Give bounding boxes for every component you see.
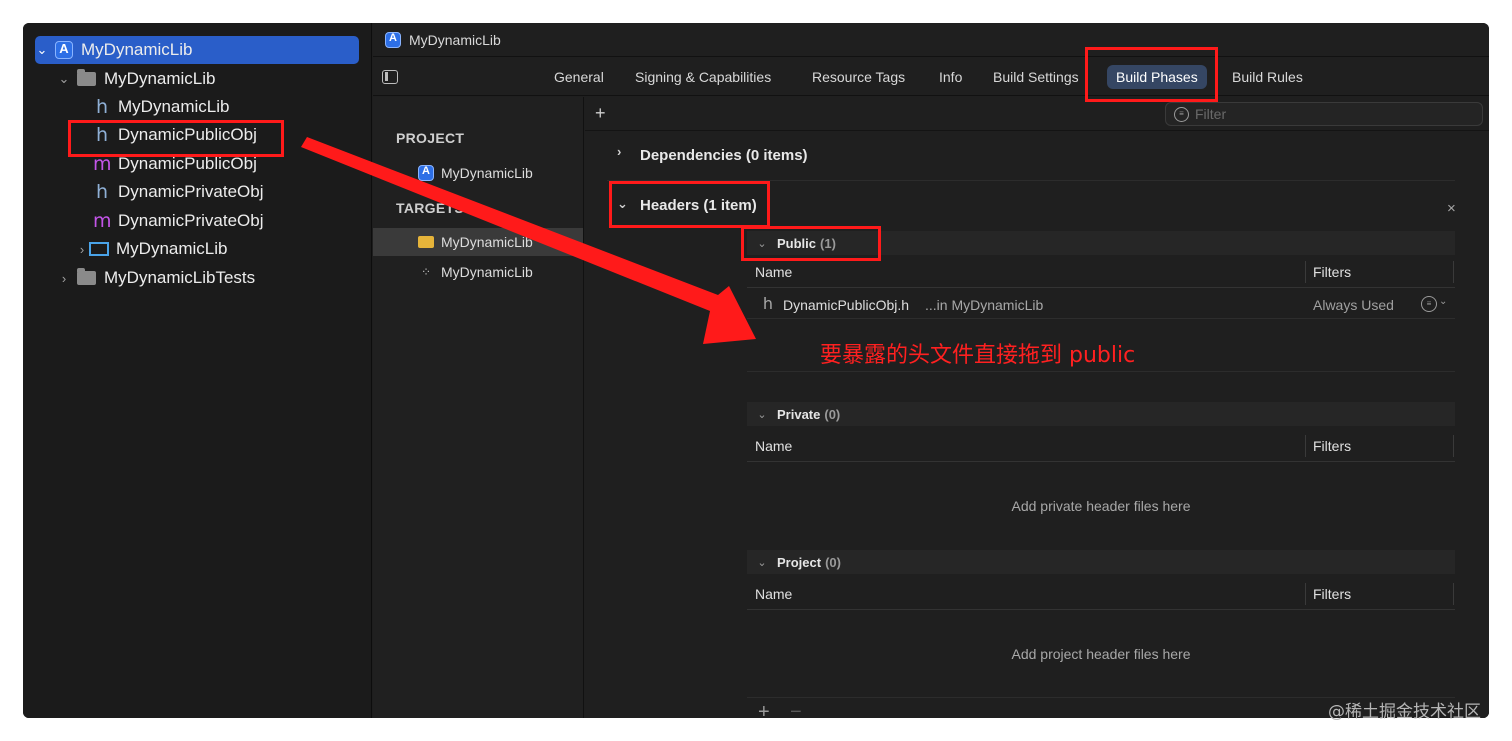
targets-section-header: TARGETS — [396, 200, 464, 216]
column-name[interactable]: Name — [755, 264, 792, 280]
target-item-label: MyDynamicLib — [441, 264, 533, 280]
chevron-down-icon[interactable]: ⌄ — [57, 71, 71, 87]
private-column-header: Name Filters — [747, 430, 1455, 462]
column-divider — [1453, 583, 1454, 605]
column-filters[interactable]: Filters — [1313, 438, 1351, 454]
remove-file-button[interactable]: − — [790, 701, 802, 718]
nav-item-file[interactable]: m DynamicPrivateObj — [93, 207, 264, 235]
project-empty-message: Add project header files here — [1011, 646, 1191, 662]
nav-item-label: DynamicPublicObj — [118, 154, 257, 173]
nav-item-label: MyDynamicLib — [118, 97, 230, 116]
annotation-box-public-section — [741, 226, 881, 261]
chevron-right-icon[interactable]: › — [75, 242, 89, 257]
nav-item-label: MyDynamicLib — [104, 69, 216, 88]
filter-placeholder: Filter — [1195, 106, 1227, 122]
chevron-down-icon[interactable]: ⌄ — [747, 408, 777, 421]
target-item-label: MyDynamicLib — [441, 234, 533, 250]
column-name[interactable]: Name — [755, 438, 792, 454]
framework-toolbox-icon — [418, 236, 434, 248]
m-file-icon: m — [93, 210, 112, 232]
chevron-down-icon[interactable]: ⌄ — [747, 556, 777, 569]
private-empty-message: Add private header files here — [1011, 498, 1191, 514]
nav-item-label: DynamicPrivateObj — [118, 211, 264, 230]
nav-item-file[interactable]: h MyDynamicLib — [93, 93, 230, 121]
column-divider — [1453, 261, 1454, 283]
file-location: ...in MyDynamicLib — [925, 297, 1044, 313]
tab-resource-tags[interactable]: Resource Tags — [812, 65, 905, 89]
column-filters[interactable]: Filters — [1313, 264, 1351, 280]
nav-item-products[interactable]: › MyDynamicLib — [75, 235, 228, 263]
nav-item-file[interactable]: h DynamicPrivateObj — [93, 178, 264, 206]
private-section-bar[interactable]: ⌄ Private (0) — [747, 402, 1455, 426]
annotation-note: 要暴露的头文件直接拖到 public — [820, 343, 1136, 368]
project-label: Project — [777, 554, 822, 570]
project-count: (0) — [825, 554, 841, 570]
file-filter-value: Always Used — [1313, 297, 1394, 313]
private-label: Private — [777, 406, 821, 422]
project-column-header: Name Filters — [747, 578, 1455, 610]
column-divider — [1305, 583, 1306, 605]
target-item-tests[interactable]: ⁘ MyDynamicLib — [373, 258, 583, 286]
project-targets-list: PROJECT MyDynamicLib TARGETS MyDynamicLi… — [373, 97, 584, 718]
header-file-row[interactable]: h DynamicPublicObj.h ...in MyDynamicLib … — [747, 291, 1455, 319]
app-project-icon — [385, 31, 401, 48]
annotation-box-headers-phase — [609, 181, 770, 228]
tab-build-rules[interactable]: Build Rules — [1232, 65, 1303, 89]
filter-menu-icon[interactable]: ≡ — [1421, 296, 1437, 312]
build-phases-toolbar: + ≡ Filter — [585, 97, 1489, 131]
editor-tab-bar: General Signing & Capabilities Resource … — [373, 58, 1489, 96]
nav-item-label: DynamicPrivateObj — [118, 182, 264, 201]
test-bundle-icon: ⁘ — [420, 265, 432, 279]
nav-item-project[interactable]: ⌄ MyDynamicLib — [35, 36, 359, 64]
tab-signing-capabilities[interactable]: Signing & Capabilities — [635, 65, 771, 89]
editor-title-bar: MyDynamicLib — [373, 23, 1489, 57]
add-phase-button[interactable]: + — [595, 103, 606, 124]
filter-icon: ≡ — [1174, 106, 1189, 122]
h-file-icon: h — [95, 181, 109, 203]
column-divider — [1453, 435, 1454, 457]
nav-item-group[interactable]: ⌄ MyDynamicLib — [57, 65, 215, 93]
chevron-right-icon[interactable]: › — [617, 144, 621, 159]
folder-icon — [77, 268, 96, 285]
app-project-icon — [418, 165, 434, 181]
close-icon[interactable]: × — [1447, 200, 1456, 217]
h-file-icon: h — [762, 294, 774, 313]
tab-general[interactable]: General — [554, 65, 604, 89]
annotation-box-source-file — [68, 120, 284, 157]
phase-dependencies[interactable]: Dependencies (0 items) — [640, 147, 808, 164]
editor-area: MyDynamicLib General Signing & Capabilit… — [373, 23, 1489, 718]
project-section-bar[interactable]: ⌄ Project (0) — [747, 550, 1455, 574]
folder-icon — [77, 69, 96, 86]
nav-item-label: MyDynamicLibTests — [104, 268, 256, 287]
annotation-box-build-phases-tab — [1085, 47, 1218, 102]
watermark: @稀土掘金技术社区 — [1328, 702, 1481, 722]
nav-item-label: MyDynamicLib — [81, 40, 193, 59]
column-divider — [1305, 261, 1306, 283]
file-name: DynamicPublicObj.h — [783, 297, 910, 313]
add-file-button[interactable]: + — [758, 701, 770, 718]
chevron-down-icon[interactable]: ⌄ — [1439, 296, 1447, 307]
filter-field[interactable]: ≡ Filter — [1165, 102, 1483, 126]
nav-item-label: MyDynamicLib — [116, 239, 228, 258]
app-project-icon — [55, 41, 73, 59]
target-item-framework[interactable]: MyDynamicLib — [373, 228, 583, 256]
chevron-down-icon[interactable]: ⌄ — [35, 42, 49, 58]
library-icon — [89, 242, 109, 256]
column-filters[interactable]: Filters — [1313, 586, 1351, 602]
h-file-icon: h — [95, 96, 109, 118]
chevron-right-icon[interactable]: › — [57, 271, 71, 286]
project-item[interactable]: MyDynamicLib — [373, 159, 583, 187]
project-section-header: PROJECT — [396, 130, 465, 146]
project-item-label: MyDynamicLib — [441, 165, 533, 181]
column-name[interactable]: Name — [755, 586, 792, 602]
tab-info[interactable]: Info — [939, 65, 962, 89]
tab-build-settings[interactable]: Build Settings — [993, 65, 1079, 89]
nav-item-group[interactable]: › MyDynamicLibTests — [57, 264, 255, 292]
column-divider — [1305, 435, 1306, 457]
private-count: (0) — [824, 406, 841, 422]
editor-title: MyDynamicLib — [409, 31, 501, 48]
divider — [747, 371, 1455, 372]
sidebar-toggle-icon[interactable] — [382, 70, 398, 84]
